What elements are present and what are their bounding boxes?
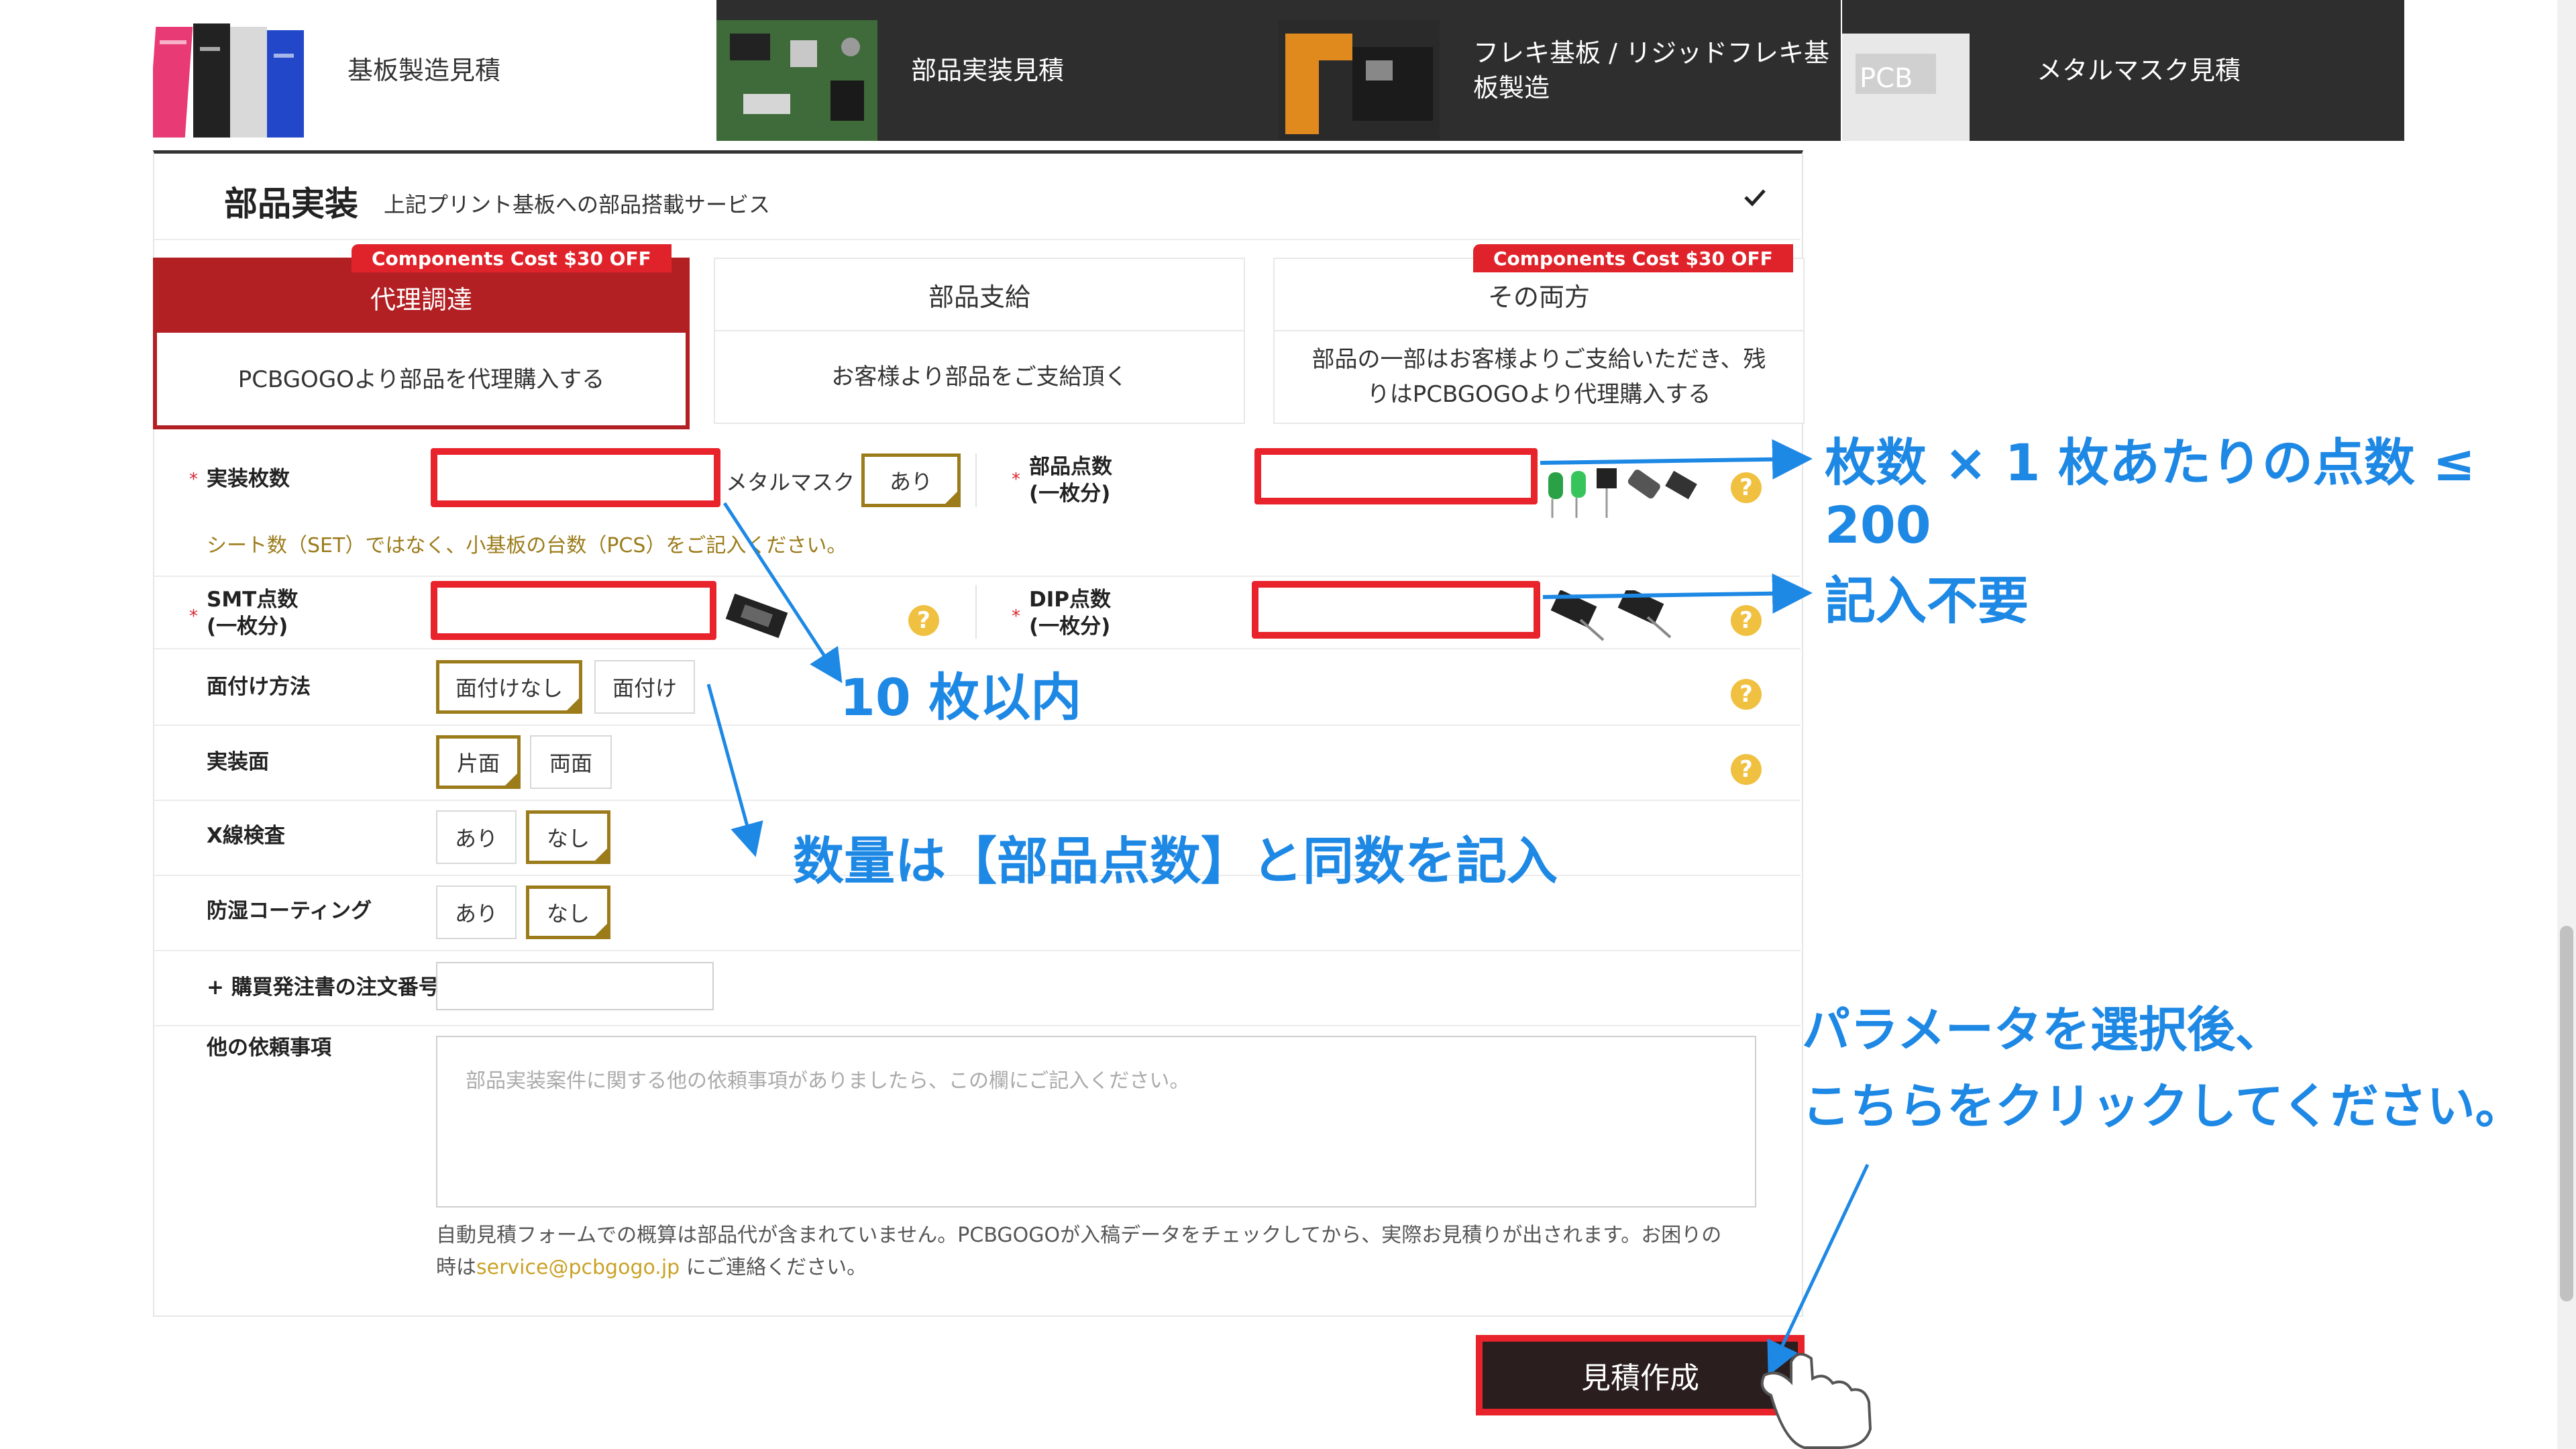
option-desc: お客様より部品をご支給頂く bbox=[831, 364, 1128, 390]
help-icon[interactable]: ? bbox=[1731, 605, 1762, 636]
tab-assembly[interactable]: 部品実装見積 bbox=[716, 0, 1279, 141]
xray-label: X線検査 bbox=[207, 824, 285, 848]
panelization-label: 面付け方法 bbox=[207, 675, 311, 699]
annotation-click-instruction-2: こちらをクリックしてください。 bbox=[1802, 1078, 2524, 1134]
tab-label: メタルマスク見積 bbox=[2037, 56, 2241, 85]
mount-qty-label: 実装枚数 bbox=[207, 467, 290, 491]
parts-count-input[interactable] bbox=[1254, 448, 1538, 504]
footer-note: 自動見積フォームでの概算は部品代が含まれていません。PCBGOGOが入稿データを… bbox=[436, 1220, 1791, 1284]
tab-label: 基板製造見積 bbox=[347, 56, 501, 85]
other-requests-textarea[interactable]: 部品実装案件に関する他の依頼事項がありましたら、この欄にご記入ください。 bbox=[436, 1036, 1756, 1208]
required-mark: * bbox=[1012, 606, 1020, 627]
single-side-option[interactable]: 片面 bbox=[436, 735, 521, 789]
textarea-placeholder: 部品実装案件に関する他の依頼事項がありましたら、この欄にご記入ください。 bbox=[466, 1069, 1190, 1093]
divider bbox=[154, 648, 1801, 649]
smt-count-input[interactable] bbox=[431, 581, 716, 640]
help-icon[interactable]: ? bbox=[1731, 472, 1762, 503]
tab-flex-pcb[interactable]: フレキ基板 / リジッドフレキ基板製造 bbox=[1279, 0, 1841, 141]
po-number-input[interactable] bbox=[436, 962, 714, 1010]
required-mark: * bbox=[1012, 470, 1020, 490]
option-title: 部品支給 bbox=[715, 259, 1244, 331]
tab-pcb-fabrication[interactable]: 基板製造見積 bbox=[153, 0, 716, 141]
footer-note-text: 自動見積フォームでの概算は部品代が含まれていません。PCBGOGOが入稿データを… bbox=[436, 1224, 1722, 1247]
help-icon[interactable]: ? bbox=[1731, 754, 1762, 785]
annotation-not-required: 記入不要 bbox=[1825, 571, 2029, 631]
scrollbar-thumb[interactable] bbox=[2560, 926, 2573, 1301]
section-title: 部品実装 bbox=[224, 184, 358, 223]
components-icon bbox=[1548, 468, 1697, 518]
pcs-note: シート数（SET）ではなく、小基板の台数（PCS）をご記入ください。 bbox=[207, 534, 847, 557]
metal-mask-yes-option[interactable]: あり bbox=[861, 453, 961, 507]
coating-no-option[interactable]: なし bbox=[526, 885, 610, 939]
required-mark: * bbox=[189, 470, 198, 490]
promo-badge: Components Cost $30 OFF bbox=[352, 244, 672, 272]
divider bbox=[154, 576, 1801, 577]
divider bbox=[975, 585, 977, 639]
footer-note-text: 時は bbox=[436, 1256, 476, 1279]
support-email-link[interactable]: service@pcbgogo.jp bbox=[476, 1256, 680, 1279]
double-side-option[interactable]: 両面 bbox=[530, 735, 612, 789]
parts-count-label: 部品点数 (一枚分) bbox=[1029, 455, 1112, 506]
promo-badge: Components Cost $30 OFF bbox=[1473, 244, 1793, 272]
xray-no-option[interactable]: なし bbox=[526, 810, 610, 864]
stencil-thumbnail: PCB bbox=[1842, 20, 2003, 141]
panelization-option[interactable]: 面付け bbox=[594, 660, 695, 714]
tab-metal-mask[interactable]: PCB メタルマスク見積 bbox=[1842, 0, 2404, 141]
assembled-board-thumbnail bbox=[716, 20, 877, 141]
metal-mask-label: メタルマスク bbox=[726, 470, 855, 495]
no-panelization-option[interactable]: 面付けなし bbox=[436, 660, 582, 714]
divider bbox=[154, 239, 1801, 240]
divider bbox=[154, 800, 1801, 801]
svg-text:PCB: PCB bbox=[1860, 63, 1913, 94]
po-number-label: + 購買発注書の注文番号 bbox=[207, 975, 439, 1000]
flex-board-thumbnail bbox=[1279, 20, 1440, 141]
annotation-click-instruction-1: パラメータを選択後、 bbox=[1802, 1002, 2284, 1058]
dip-components-icon bbox=[1550, 590, 1672, 641]
mounting-side-label: 実装面 bbox=[207, 750, 269, 774]
other-requests-label: 他の依頼事項 bbox=[207, 1036, 331, 1060]
xray-yes-option[interactable]: あり bbox=[436, 810, 517, 864]
smt-count-label: SMT点数 (一枚分) bbox=[207, 588, 299, 639]
dip-count-label: DIP点数 (一枚分) bbox=[1029, 588, 1111, 639]
help-icon[interactable]: ? bbox=[908, 605, 939, 636]
annotation-within-10: 10 枚以内 bbox=[840, 667, 1082, 727]
check-icon[interactable] bbox=[1743, 185, 1767, 209]
divider bbox=[154, 1025, 1801, 1026]
divider bbox=[154, 950, 1801, 951]
option-customer-supplied[interactable]: 部品支給 お客様より部品をご支給頂く bbox=[714, 258, 1245, 424]
service-tabs: 基板製造見積 部品実装見積 フレキ基板 / リジッドフレキ基板製造 PCB メタ… bbox=[0, 0, 2576, 141]
coating-yes-option[interactable]: あり bbox=[436, 885, 517, 939]
annotation-limit: 枚数 × 1 枚あたりの点数 ≤ 200 bbox=[1825, 433, 2476, 555]
option-both[interactable]: その両方 部品の一部はお客様よりご支給いただき、残りはPCBGOGOより代理購入… bbox=[1273, 258, 1805, 424]
pcb-boards-thumbnail bbox=[153, 20, 314, 141]
footer-note-text: にご連絡ください。 bbox=[680, 1256, 867, 1279]
option-desc: PCBGOGOより部品を代理購入する bbox=[237, 366, 605, 393]
smd-chip-icon bbox=[725, 593, 788, 639]
section-subtitle: 上記プリント基板への部品搭載サービス bbox=[384, 192, 771, 217]
hand-pointer-icon bbox=[1760, 1352, 1872, 1449]
divider bbox=[975, 453, 977, 507]
mount-qty-input[interactable] bbox=[431, 448, 720, 507]
annotation-same-qty: 数量は【部品点数】と同数を記入 bbox=[793, 831, 1558, 891]
option-agent-procurement[interactable]: 代理調達 PCBGOGOより部品を代理購入する bbox=[153, 258, 690, 429]
help-icon[interactable]: ? bbox=[1731, 679, 1762, 710]
dip-count-input[interactable] bbox=[1252, 581, 1540, 639]
tab-label: フレキ基板 / リジッドフレキ基板製造 bbox=[1473, 38, 1829, 103]
tab-label: 部品実装見積 bbox=[911, 56, 1065, 85]
option-desc: 部品の一部はお客様よりご支給いただき、残りはPCBGOGOより代理購入する bbox=[1311, 346, 1766, 408]
required-mark: * bbox=[189, 606, 198, 627]
coating-label: 防湿コーティング bbox=[207, 899, 372, 923]
